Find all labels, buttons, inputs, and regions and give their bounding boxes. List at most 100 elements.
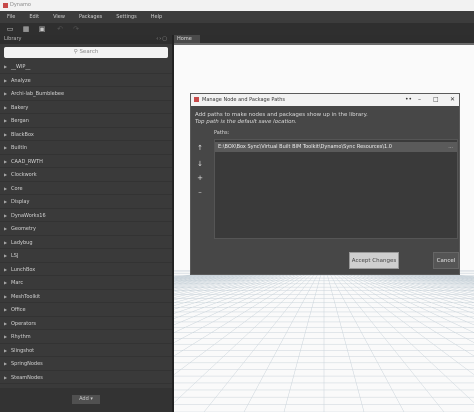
- library-item-label: Geometry: [11, 226, 36, 232]
- new-file-icon[interactable]: ▭: [6, 25, 14, 33]
- chevron-right-icon: ▶: [4, 226, 8, 231]
- library-item[interactable]: ▶ BuiltIn: [0, 141, 172, 155]
- maximize-icon[interactable]: □: [433, 94, 439, 106]
- library-item-label: __WIP__: [11, 64, 31, 70]
- window-titlebar: Dynamo: [0, 0, 474, 11]
- library-item[interactable]: ▶ Bakery: [0, 101, 172, 114]
- minimize-icon[interactable]: –: [418, 94, 421, 106]
- window-title: Dynamo: [10, 2, 31, 8]
- library-item[interactable]: ▶ Slingshot: [0, 344, 172, 357]
- undo-icon[interactable]: ↶: [56, 25, 64, 33]
- library-item-label: Clockwork: [11, 172, 37, 178]
- chevron-right-icon: ▶: [4, 320, 8, 326]
- move-up-icon[interactable]: ↑: [196, 144, 204, 152]
- library-item-label: Display: [11, 199, 30, 205]
- library-item-label: BlackBox: [11, 131, 34, 138]
- save-icon[interactable]: ▣: [38, 25, 46, 33]
- library-item-label: SpringNodes: [11, 361, 43, 367]
- redo-icon[interactable]: ↷: [72, 25, 80, 33]
- library-item[interactable]: ▶ Geometry: [0, 222, 172, 236]
- chevron-right-icon: ▶: [4, 104, 8, 110]
- toolbar: ▭ ▦ ▣ ↶ ↷: [0, 23, 474, 35]
- menu-bar: File Edit View Packages Settings Help: [0, 11, 474, 23]
- library-footer: Add ▾: [0, 388, 172, 412]
- chevron-right-icon: ▶: [4, 374, 8, 380]
- add-path-icon[interactable]: +: [196, 174, 204, 182]
- chevron-right-icon: ▶: [4, 239, 8, 245]
- close-icon[interactable]: ✕: [450, 94, 455, 106]
- library-item[interactable]: ▶ __WIP__: [0, 60, 172, 74]
- dynamo-app: Dynamo File Edit View Packages Settings …: [0, 0, 474, 412]
- library-item-label: Core: [11, 185, 23, 192]
- library-item[interactable]: ▶ LunchBox: [0, 263, 172, 276]
- menu-settings[interactable]: Settings: [116, 14, 137, 20]
- library-item[interactable]: ▶ Archi-lab_Bumblebee: [0, 87, 172, 101]
- browse-path-button[interactable]: ...: [448, 142, 453, 152]
- library-item-label: SteamNodes: [11, 374, 43, 381]
- cancel-button[interactable]: Cancel: [433, 252, 459, 269]
- library-item[interactable]: ▶ MeshToolkit: [0, 290, 172, 303]
- library-item[interactable]: ▶ SteamNodes: [0, 371, 172, 384]
- library-item[interactable]: ▶ Display: [0, 195, 172, 209]
- add-button[interactable]: Add ▾: [72, 395, 100, 404]
- library-item-label: Office: [11, 307, 26, 313]
- menu-help[interactable]: Help: [151, 14, 162, 20]
- library-item[interactable]: ▶ SpringNodes: [0, 357, 172, 371]
- tab-home[interactable]: Home: [174, 35, 200, 43]
- dynamo-logo-icon: [194, 97, 199, 102]
- chevron-right-icon: ▶: [4, 307, 8, 312]
- path-text: E:\BOX\Box Sync\Virtual Built BIM Toolki…: [218, 144, 392, 150]
- library-item[interactable]: ▶ Operators: [0, 317, 172, 330]
- library-item[interactable]: ▶ Clockwork: [0, 168, 172, 182]
- library-item[interactable]: ▶ BlackBox: [0, 128, 172, 141]
- chevron-right-icon: ▶: [4, 118, 8, 123]
- menu-file[interactable]: File: [7, 14, 15, 20]
- library-header: Library ‹›▢: [0, 35, 172, 44]
- dialog-note: Top path is the default save location.: [195, 119, 297, 125]
- chevron-right-icon: ▶: [4, 77, 8, 83]
- dialog-title: Manage Node and Package Paths: [202, 97, 285, 103]
- chevron-right-icon: ▶: [4, 293, 8, 299]
- chevron-right-icon: ▶: [4, 266, 8, 272]
- more-options-icon[interactable]: ••: [405, 94, 412, 106]
- menu-view[interactable]: View: [53, 14, 65, 20]
- library-search-input[interactable]: ⚲ Search: [4, 47, 168, 58]
- library-item[interactable]: ▶ Office: [0, 303, 172, 317]
- library-item[interactable]: ▶ CAAD_RWTH: [0, 155, 172, 168]
- menu-packages[interactable]: Packages: [79, 14, 102, 20]
- path-row[interactable]: E:\BOX\Box Sync\Virtual Built BIM Toolki…: [215, 142, 457, 152]
- library-item-label: Ladybug: [11, 239, 33, 246]
- manage-paths-dialog: Manage Node and Package Paths •• – □ ✕ A…: [190, 93, 460, 275]
- paths-list: E:\BOX\Box Sync\Virtual Built BIM Toolki…: [214, 139, 458, 239]
- library-item[interactable]: ▶ Rhythm: [0, 330, 172, 344]
- accept-changes-button[interactable]: Accept Changes: [349, 252, 399, 269]
- library-item-label: Marc: [11, 280, 24, 286]
- library-item[interactable]: ▶ Bergan: [0, 114, 172, 128]
- chevron-right-icon: ▶: [4, 185, 8, 191]
- library-item[interactable]: ▶ Core: [0, 182, 172, 195]
- library-item[interactable]: ▶ Ladybug: [0, 236, 172, 249]
- menu-edit[interactable]: Edit: [29, 14, 39, 20]
- chevron-right-icon: ▶: [4, 172, 8, 177]
- tab-home-label: Home: [177, 36, 192, 42]
- remove-path-icon[interactable]: –: [196, 188, 204, 196]
- library-item[interactable]: ▶ Marc: [0, 276, 172, 290]
- library-item-label: Slingshot: [11, 347, 35, 354]
- library-item[interactable]: ▶ DynaWorks16: [0, 209, 172, 222]
- search-icon: ⚲: [73, 49, 78, 55]
- chevron-right-icon: ▶: [4, 91, 8, 96]
- library-header-icons[interactable]: ‹›▢: [156, 35, 168, 44]
- chevron-right-icon: ▶: [4, 212, 8, 218]
- library-item[interactable]: ▶ LSJ: [0, 249, 172, 263]
- chevron-right-icon: ▶: [4, 347, 8, 353]
- search-placeholder: Search: [79, 49, 99, 55]
- open-folder-icon[interactable]: ▦: [22, 25, 30, 33]
- chevron-right-icon: ▶: [4, 131, 8, 137]
- move-down-icon[interactable]: ↓: [196, 160, 204, 168]
- library-item-label: Operators: [11, 320, 36, 327]
- library-item[interactable]: ▶ Analyze: [0, 74, 172, 87]
- library-title: Library: [4, 36, 22, 42]
- library-item-label: Archi-lab_Bumblebee: [11, 91, 65, 97]
- library-item-label: Bergan: [11, 118, 29, 124]
- library-item-label: LSJ: [11, 253, 19, 259]
